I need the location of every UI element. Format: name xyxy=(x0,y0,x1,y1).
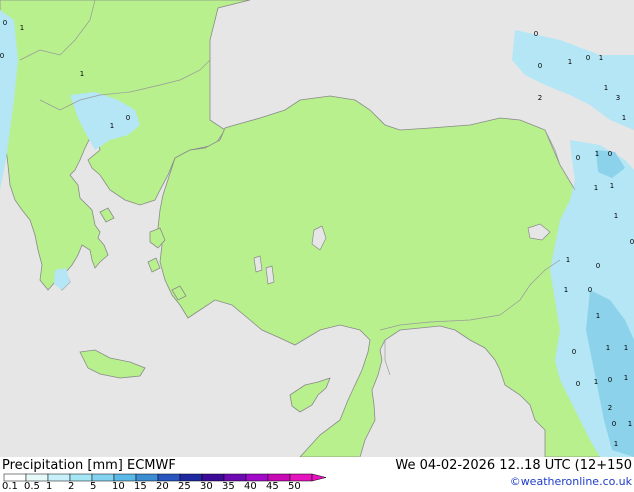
legend-swatch xyxy=(69,473,93,482)
precipitation-map: 01010100 1 0 113120 1 01 110101 011 100 1 0 120 11 xyxy=(0,0,634,457)
point-value-label: 0 xyxy=(3,19,7,27)
point-value-label: 2 xyxy=(538,94,542,102)
point-value-label: 0 xyxy=(608,150,612,158)
point-value-label: 3 xyxy=(616,94,620,102)
point-value-label: 1 xyxy=(610,182,614,190)
point-value-label: 1 xyxy=(20,24,24,32)
point-value-label: 1 xyxy=(624,374,628,382)
legend-swatch xyxy=(25,473,49,482)
legend-tick-label: 40 xyxy=(244,481,257,492)
legend-swatch xyxy=(91,473,115,482)
point-value-label: 0 xyxy=(538,62,542,70)
legend-swatch xyxy=(289,473,313,482)
point-value-label: 1 xyxy=(624,344,628,352)
point-value-label: 1 xyxy=(604,84,608,92)
point-value-label: 0 xyxy=(126,114,130,122)
legend-tick-label: 25 xyxy=(178,481,191,492)
credit-link[interactable]: ©weatheronline.co.uk xyxy=(510,475,632,488)
legend-tick-label: 15 xyxy=(134,481,147,492)
legend-tick-label: 10 xyxy=(112,481,125,492)
point-value-label: 0 xyxy=(534,30,538,38)
legend-arrow xyxy=(311,473,327,482)
legend-swatch xyxy=(135,473,159,482)
map-title: Precipitation [mm] ECMWF xyxy=(2,458,176,473)
point-value-label: 0 xyxy=(596,262,600,270)
point-value-label: 1 xyxy=(110,122,114,130)
legend-swatch xyxy=(245,473,269,482)
point-value-label: 1 xyxy=(606,344,610,352)
legend-tick-label: 20 xyxy=(156,481,169,492)
legend-tick-label: 1 xyxy=(46,481,53,492)
legend-swatch xyxy=(179,473,203,482)
legend-swatch xyxy=(113,473,137,482)
footer-bar: Precipitation [mm] ECMWF We 04-02-2026 1… xyxy=(0,457,634,492)
point-value-label: 1 xyxy=(596,312,600,320)
point-value-label: 1 xyxy=(614,440,618,448)
point-value-label: 1 xyxy=(564,286,568,294)
legend-tick-label: 2 xyxy=(68,481,75,492)
point-value-label: 1 xyxy=(628,420,632,428)
point-value-label: 1 xyxy=(622,114,626,122)
valid-datetime: We 04-02-2026 12..18 UTC (12+150 xyxy=(395,458,632,473)
legend-tick-label: 45 xyxy=(266,481,279,492)
legend-swatch xyxy=(223,473,247,482)
legend-swatch xyxy=(267,473,291,482)
point-value-label: 0 xyxy=(630,238,634,246)
point-value-label: 0 xyxy=(576,154,580,162)
point-value-label: 0 xyxy=(612,420,616,428)
legend-tick-label: 0.5 xyxy=(24,481,40,492)
point-value-label: 1 xyxy=(595,150,599,158)
legend-tick-label: 0.1 xyxy=(2,481,18,492)
legend-tick-label: 35 xyxy=(222,481,235,492)
legend-swatch xyxy=(47,473,71,482)
point-value-label: 0 xyxy=(588,286,592,294)
point-value-label: 0 xyxy=(586,54,590,62)
point-value-label: 1 xyxy=(594,378,598,386)
legend-tick-label: 5 xyxy=(90,481,97,492)
point-value-label: 0 xyxy=(576,380,580,388)
point-value-label: 2 xyxy=(608,404,612,412)
point-value-label: 1 xyxy=(594,184,598,192)
point-value-label: 0 xyxy=(572,348,576,356)
point-value-label: 1 xyxy=(566,256,570,264)
point-value-label: 0 xyxy=(0,52,4,60)
point-value-label: 1 xyxy=(614,212,618,220)
point-value-label: 0 xyxy=(608,376,612,384)
legend-swatch xyxy=(3,473,27,482)
legend-swatch xyxy=(201,473,225,482)
legend-tick-label: 50 xyxy=(288,481,301,492)
legend-tick-label: 30 xyxy=(200,481,213,492)
legend-swatch xyxy=(157,473,181,482)
point-value-label: 1 xyxy=(599,54,603,62)
point-value-label: 1 xyxy=(568,58,572,66)
point-value-label: 1 xyxy=(80,70,84,78)
